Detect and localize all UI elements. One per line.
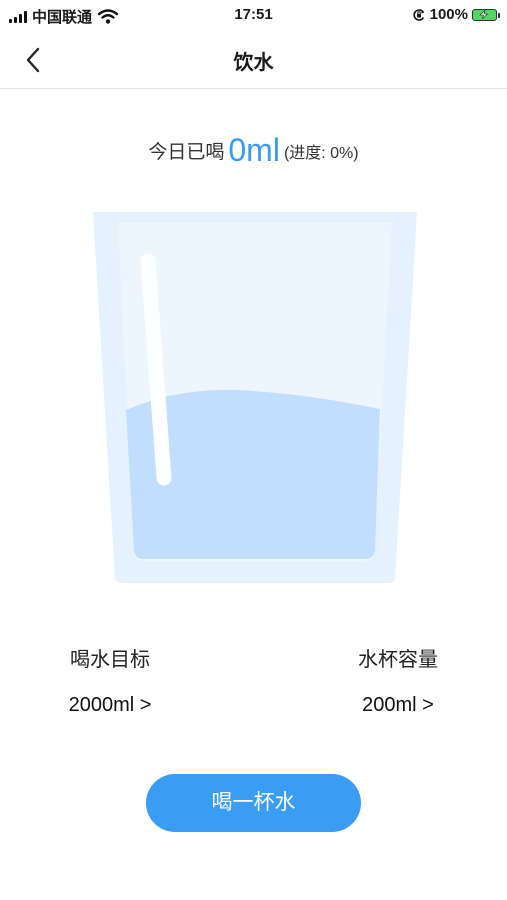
status-bar: 中国联通 17:51 100% [0, 0, 507, 32]
goal-label: 喝水目标 [70, 649, 150, 671]
battery-charging-icon [472, 8, 500, 21]
today-amount: 0ml [228, 132, 280, 168]
navigation-bar: 饮水 [0, 32, 507, 89]
orientation-lock-icon [413, 8, 424, 21]
battery-percent: 100% [429, 6, 468, 23]
status-right: 100% [412, 6, 500, 23]
cup-capacity-stat: 水杯容量 200ml > [318, 643, 478, 717]
drink-cup-button[interactable]: 喝一杯水 [146, 774, 361, 832]
goal-stat: 喝水目标 2000ml > [30, 643, 190, 717]
cup-capacity-value[interactable]: 200ml > [318, 694, 478, 717]
today-label: 今日已喝 [148, 142, 225, 163]
cup-capacity-label: 水杯容量 [358, 649, 438, 671]
page-title: 饮水 [233, 52, 274, 74]
today-progress: (进度: 0%) [283, 145, 359, 162]
today-intake: 今日已喝 0ml (进度: 0%) [0, 132, 507, 169]
water-glass-illustration [93, 212, 417, 583]
goal-value[interactable]: 2000ml > [30, 694, 190, 717]
